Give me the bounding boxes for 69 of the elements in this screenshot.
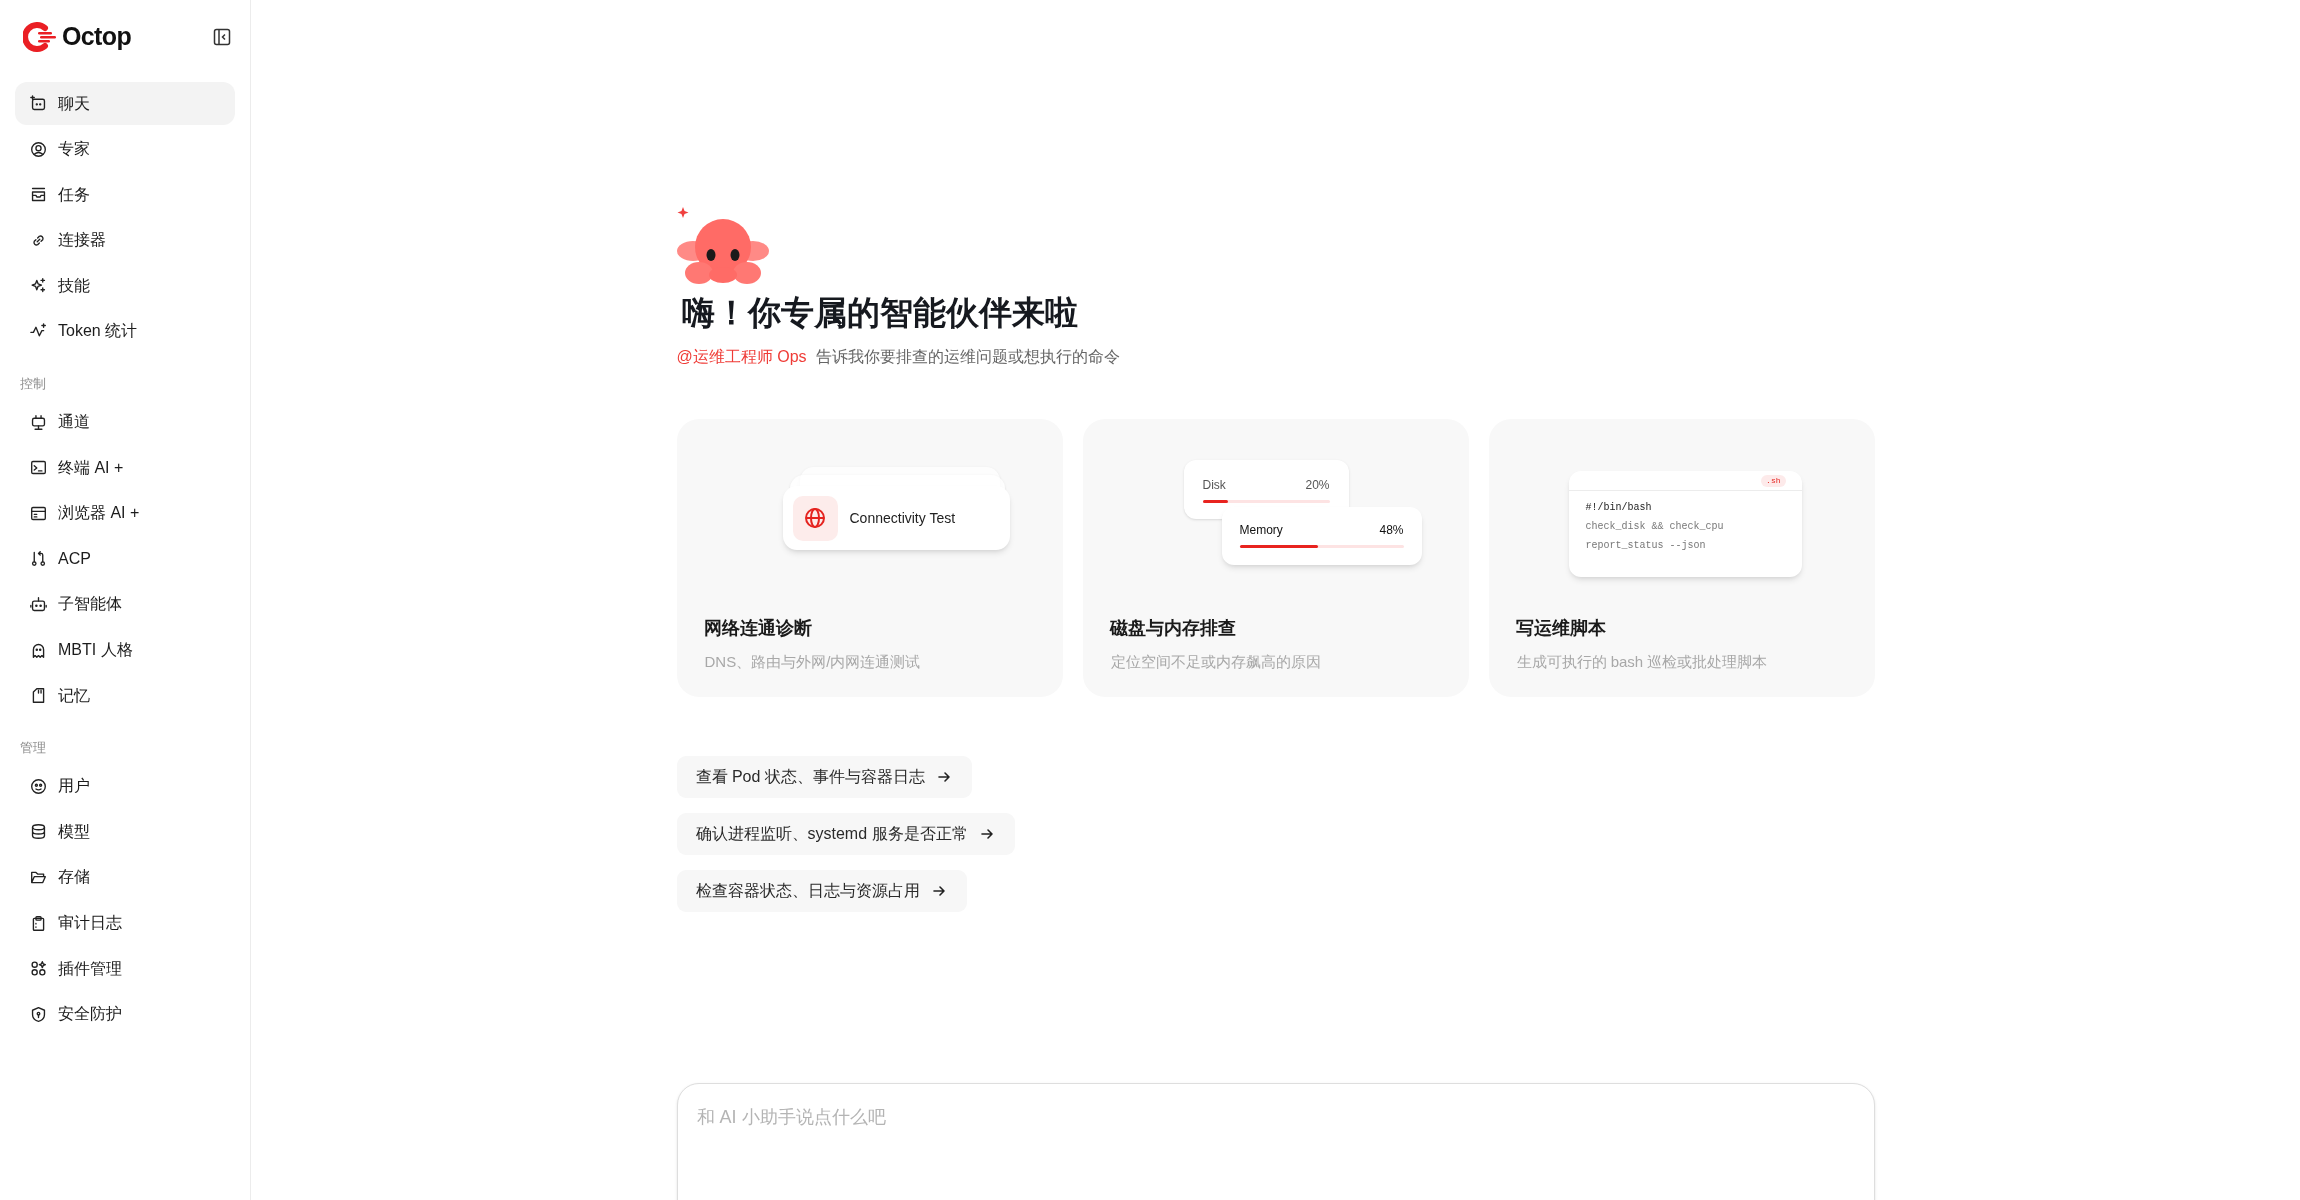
suggestion-chip[interactable]: 检查容器状态、日志与资源占用 bbox=[676, 870, 967, 912]
shield-icon bbox=[30, 1005, 47, 1023]
agent-mention[interactable]: @运维工程师 Ops bbox=[676, 345, 807, 369]
suggestion-chip[interactable]: 确认进程监听、systemd 服务是否正常 bbox=[676, 813, 1015, 855]
nav-item[interactable]: MBTI 人格 bbox=[15, 628, 235, 672]
user-circle-icon bbox=[30, 140, 47, 158]
suggestion-chip[interactable]: 查看 Pod 状态、事件与容器日志 bbox=[676, 756, 972, 798]
nav-item[interactable]: 聊天 bbox=[15, 82, 235, 125]
memory-card-icon bbox=[30, 687, 47, 705]
test-label: Connectivity Test bbox=[849, 508, 956, 528]
arrow-right-icon bbox=[931, 884, 946, 898]
file-type-badge: .sh bbox=[1761, 474, 1786, 487]
smiley-icon bbox=[30, 777, 47, 795]
feature-card[interactable]: Connectivity Test 网络连通诊断 DNS、路由与外网/内网连通测试 bbox=[676, 419, 1063, 697]
logo-icon bbox=[23, 22, 59, 52]
nav-item[interactable]: 模型 bbox=[15, 810, 235, 854]
clipboard-icon bbox=[30, 914, 47, 932]
nav-item[interactable]: 通道 bbox=[15, 400, 235, 444]
browser-icon bbox=[30, 504, 47, 522]
collapse-sidebar-button[interactable] bbox=[212, 27, 232, 47]
robot-icon bbox=[30, 595, 47, 613]
meter-value: 48% bbox=[1379, 522, 1404, 539]
ghost-icon bbox=[30, 641, 47, 659]
greeting-title: 嗨！你专属的智能伙伴来啦 bbox=[681, 293, 1079, 333]
nav-item[interactable]: ACP bbox=[15, 537, 235, 581]
nav-item[interactable]: 浏览器 AI + bbox=[15, 491, 235, 535]
hero-hint: 告诉我你要排查的运维问题或想执行的命令 bbox=[815, 347, 1120, 367]
feature-card[interactable]: Disk 20% Memory 48% 磁盘与内存排查 定位空间不足或内存飙高的原因 bbox=[1082, 419, 1469, 697]
feature-card[interactable]: .sh #!/bin/bash check_disk && check_cpu report_status --json 写运维脚本 生成可执行的 bash 巡检或批处理脚本 bbox=[1488, 419, 1875, 697]
code-line: #!/bin/bash bbox=[1585, 501, 1653, 515]
apps-icon bbox=[30, 960, 47, 978]
nav-item[interactable]: 安全防护 bbox=[15, 992, 235, 1036]
nav-item[interactable]: 审计日志 bbox=[15, 901, 235, 945]
arrow-right-icon bbox=[936, 770, 951, 784]
card-description: DNS、路由与外网/内网连通测试 bbox=[704, 651, 922, 672]
chat-icon bbox=[30, 95, 47, 112]
card-title: 磁盘与内存排查 bbox=[1109, 616, 1237, 640]
card-description: 定位空间不足或内存飙高的原因 bbox=[1110, 651, 1322, 672]
sparkles-icon bbox=[30, 277, 47, 295]
meter-label: Memory bbox=[1239, 522, 1283, 539]
terminal-icon bbox=[30, 459, 47, 477]
nav-item[interactable]: 子智能体 bbox=[15, 582, 235, 626]
meter-value: 20% bbox=[1305, 477, 1330, 494]
card-title: 写运维脚本 bbox=[1515, 616, 1607, 640]
arrow-right-icon bbox=[979, 827, 994, 841]
meter-label: Disk bbox=[1202, 477, 1226, 494]
nav-item[interactable]: Token 统计 bbox=[15, 309, 235, 353]
nav-item[interactable]: 记忆 bbox=[15, 674, 235, 718]
code-line: report_status --json bbox=[1585, 539, 1707, 553]
nav-item[interactable]: 技能 bbox=[15, 264, 235, 308]
nav-item[interactable]: 任务 bbox=[15, 173, 235, 217]
globe-icon bbox=[792, 495, 838, 541]
nav-item[interactable]: 插件管理 bbox=[15, 947, 235, 991]
nav-item[interactable]: 连接器 bbox=[15, 218, 235, 262]
tray-icon bbox=[30, 186, 47, 204]
code-line: check_disk && check_cpu bbox=[1585, 520, 1725, 534]
section-label: 控制 bbox=[20, 374, 46, 393]
chat-input[interactable]: 和 AI 小助手说点什么吧 bbox=[676, 1083, 1875, 1200]
branch-icon bbox=[30, 550, 47, 568]
nav-item[interactable]: 专家 bbox=[15, 127, 235, 171]
nav-item[interactable]: 用户 bbox=[15, 764, 235, 808]
section-label: 管理 bbox=[20, 738, 46, 757]
database-icon bbox=[30, 823, 47, 841]
logo-text: Octop bbox=[62, 21, 132, 53]
nav-item[interactable]: 存储 bbox=[15, 855, 235, 899]
plug-icon bbox=[30, 413, 47, 431]
card-title: 网络连通诊断 bbox=[703, 616, 813, 640]
nav-item[interactable]: 终端 AI + bbox=[15, 446, 235, 490]
card-description: 生成可执行的 bash 巡检或批处理脚本 bbox=[1516, 651, 1769, 672]
